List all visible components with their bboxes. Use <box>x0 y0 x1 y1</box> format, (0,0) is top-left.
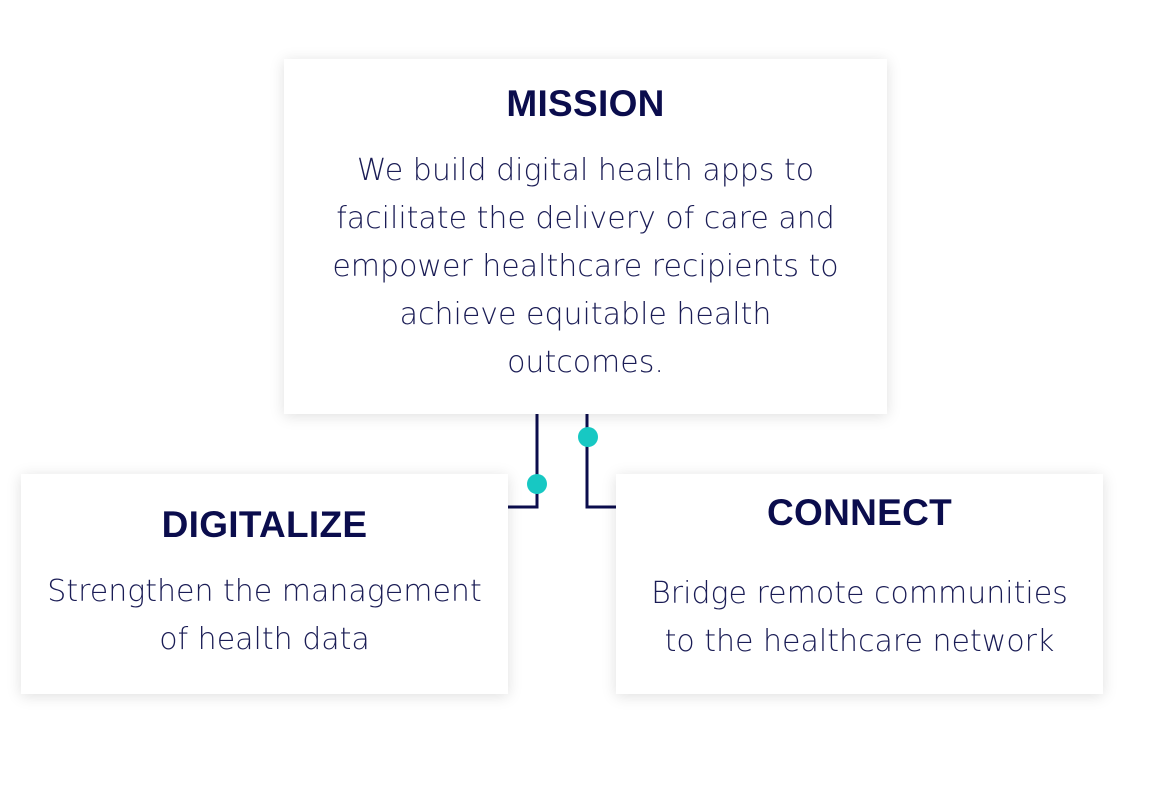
digitalize-card: DIGITALIZE Strengthen the management of … <box>21 474 508 694</box>
connector-dot-left <box>527 474 547 494</box>
connect-card: CONNECT Bridge remote communities to the… <box>616 474 1103 694</box>
mission-title: MISSION <box>506 83 665 124</box>
mission-text: We build digital health apps to facilita… <box>332 153 839 380</box>
digitalize-text: Strengthen the management of health data <box>47 574 482 657</box>
connect-title: CONNECT <box>766 492 953 533</box>
connector-dot-right <box>578 427 598 447</box>
connector-mission-to-digitalize <box>508 414 539 509</box>
digitalize-title: DIGITALIZE <box>161 504 368 545</box>
connect-text: Bridge remote communities to the healthc… <box>651 576 1068 659</box>
mission-card: MISSION We build digital health apps to … <box>284 59 887 414</box>
